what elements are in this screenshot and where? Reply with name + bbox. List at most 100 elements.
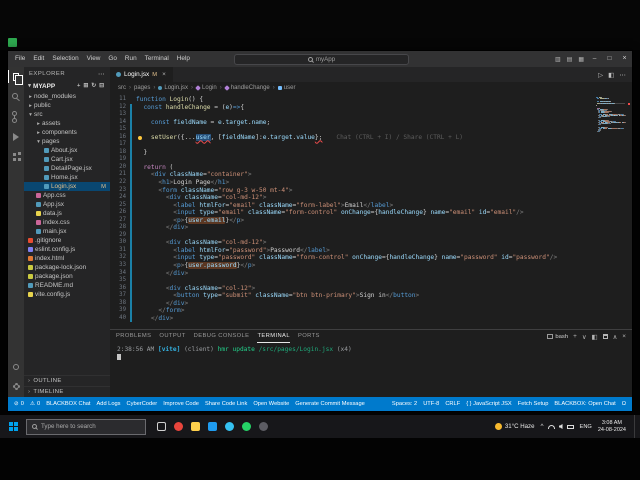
folder-components[interactable]: ▸ components <box>24 128 110 137</box>
collapse-all-icon[interactable]: ⊟ <box>99 83 104 89</box>
folder-public[interactable]: ▸ public <box>24 101 110 110</box>
file-home-jsx[interactable]: Home.jsx <box>24 173 110 182</box>
file-app-css[interactable]: App.css <box>24 191 110 200</box>
taskbar-icon-edge[interactable] <box>225 422 234 431</box>
taskbar-icon-task-view[interactable] <box>157 422 166 431</box>
volume-icon[interactable] <box>558 424 563 429</box>
code-line-19[interactable]: 19 <box>110 156 592 164</box>
breadcrumb-login-jsx[interactable]: Login.jsx <box>158 85 188 91</box>
run-debug-icon[interactable] <box>8 130 24 143</box>
status-0[interactable]: ⚠ 0 <box>30 401 40 407</box>
account-icon[interactable] <box>8 360 24 373</box>
code-line-36[interactable]: 36 <div className="col-12"> <box>110 284 592 293</box>
split-editor-icon[interactable]: ◧ <box>608 71 614 79</box>
code-line-13[interactable]: 13 <box>110 111 592 119</box>
wifi-icon[interactable] <box>547 424 555 429</box>
file-app-jsx[interactable]: App.jsx <box>24 200 110 209</box>
file-login-jsx[interactable]: Login.jsx M <box>24 182 110 191</box>
code-line-21[interactable]: 21 <div className="container"> <box>110 171 592 180</box>
terminal[interactable]: 2:38:56 AM [vite] (client) hmr update /s… <box>110 343 632 397</box>
code-line-24[interactable]: 24 <div className="col-md-12"> <box>110 194 592 202</box>
panel-tab-debug-console[interactable]: DEBUG CONSOLE <box>194 330 250 343</box>
toggle-panel-icon[interactable]: ▤ <box>564 56 576 63</box>
source-control-icon[interactable] <box>8 110 24 123</box>
code-line-37[interactable]: 37 <button type="submit" className="btn … <box>110 292 592 300</box>
file-cart-jsx[interactable]: Cart.jsx <box>24 155 110 164</box>
language-indicator[interactable]: ENG <box>580 424 592 430</box>
code-line-17[interactable]: 17 <box>110 141 592 149</box>
minimize-button[interactable]: – <box>587 51 602 67</box>
more-actions-icon[interactable]: ⋯ <box>619 71 626 79</box>
new-terminal-icon[interactable]: + <box>573 333 577 340</box>
code-line-27[interactable]: 27 <p>{user.email}</p> <box>110 216 592 225</box>
file-main-jsx[interactable]: main.jsx <box>24 227 110 236</box>
panel-tab-output[interactable]: OUTPUT <box>159 330 185 343</box>
menu-edit[interactable]: Edit <box>29 51 48 67</box>
file-vite-config-js[interactable]: vite.config.js <box>24 290 110 299</box>
file-detailpage-jsx[interactable]: DetailPage.jsx <box>24 164 110 173</box>
hidden-icons-button[interactable]: ^ <box>540 423 543 430</box>
search-icon[interactable] <box>8 90 24 103</box>
start-button[interactable] <box>0 415 26 438</box>
code-line-28[interactable]: 28 </div> <box>110 224 592 232</box>
status-cybercoder[interactable]: CyberCoder <box>127 401 158 407</box>
code-line-14[interactable]: 14 const fieldName = e.target.name; <box>110 118 592 127</box>
menu-view[interactable]: View <box>83 51 105 67</box>
settings-icon[interactable] <box>8 380 24 393</box>
status-blackbox-open-chat[interactable]: BLACKBOX: Open Chat <box>554 401 615 407</box>
panel-tab-ports[interactable]: PORTS <box>298 330 320 343</box>
status-utf-8[interactable]: UTF-8 <box>423 401 439 407</box>
breadcrumb-src[interactable]: src <box>118 85 126 91</box>
folder-assets[interactable]: ▸ assets <box>24 119 110 128</box>
folder-node-modules[interactable]: ▸ node_modules <box>24 92 110 101</box>
more-actions-icon[interactable]: ⋯ <box>98 70 105 78</box>
code-line-23[interactable]: 23 <form className="row g-3 w-50 mt-4"> <box>110 186 592 195</box>
menu-run[interactable]: Run <box>121 51 141 67</box>
menu-terminal[interactable]: Terminal <box>141 51 173 67</box>
breadcrumb-user[interactable]: user <box>277 85 295 91</box>
breadcrumb-handlechange[interactable]: handleChange <box>223 85 270 91</box>
code-line-18[interactable]: 18 } <box>110 148 592 157</box>
taskbar-icon-vscode[interactable] <box>208 422 217 431</box>
section-outline[interactable]: › OUTLINE <box>24 375 110 386</box>
close-tab-icon[interactable]: × <box>162 71 166 78</box>
code-line-38[interactable]: 38 </div> <box>110 299 592 308</box>
lightbulb-icon[interactable] <box>138 135 142 140</box>
toggle-sidebar-icon[interactable]: ▥ <box>552 56 564 63</box>
file-package-lock-json[interactable]: package-lock.json <box>24 263 110 272</box>
battery-icon[interactable] <box>566 424 574 429</box>
status-share-code-link[interactable]: Share Code Link <box>205 401 247 407</box>
file-data-js[interactable]: data.js <box>24 209 110 218</box>
clock[interactable]: 3:08 AM 24-08-2024 <box>598 420 626 432</box>
trash-icon[interactable] <box>602 334 608 339</box>
code-line-29[interactable]: 29 <box>110 231 592 240</box>
code-line-16[interactable]: 16 setUser({...user, [fieldName]:e.targe… <box>110 133 592 142</box>
status-0[interactable]: ⊘ 0 <box>14 401 24 407</box>
status-add-logs[interactable]: Add Logs <box>96 401 120 407</box>
code-editor[interactable]: 11 function Login() {12 const handleChang… <box>110 93 632 329</box>
status-spaces-2[interactable]: Spaces: 2 <box>392 401 417 407</box>
close-button[interactable]: × <box>617 51 632 67</box>
code-line-15[interactable]: 15 <box>110 126 592 134</box>
maximize-icon[interactable]: ∧ <box>613 333 618 341</box>
code-line-11[interactable]: 11 function Login() { <box>110 96 592 104</box>
code-line-32[interactable]: 32 <input type="password" className="for… <box>110 254 592 263</box>
menu-file[interactable]: File <box>11 51 29 67</box>
code-line-33[interactable]: 33 <p>{user.password}</p> <box>110 262 592 270</box>
file-index-html[interactable]: index.html <box>24 254 110 263</box>
folder-pages[interactable]: ▾ pages <box>24 137 110 146</box>
taskbar-icon-chrome[interactable] <box>174 422 183 431</box>
file-package-json[interactable]: package.json <box>24 272 110 281</box>
breadcrumb-pages[interactable]: pages <box>134 85 150 91</box>
project-root-row[interactable]: ▾ MYAPP + ⊞ ↻ ⊟ <box>24 81 110 91</box>
file-index-css[interactable]: index.css <box>24 218 110 227</box>
menu-go[interactable]: Go <box>104 51 121 67</box>
file-gitignore[interactable]: .gitignore <box>24 236 110 245</box>
code-line-20[interactable]: 20 return ( <box>110 163 592 172</box>
code-line-25[interactable]: 25 <label htmlFor="email" className="for… <box>110 201 592 210</box>
extensions-icon[interactable] <box>8 150 24 163</box>
code-line-40[interactable]: 40 </div> <box>110 314 592 323</box>
status-fetch-setup[interactable]: Fetch Setup <box>518 401 549 407</box>
code-line-30[interactable]: 30 <div className="col-md-12"> <box>110 239 592 247</box>
code-line-12[interactable]: 12 const handleChange = (e)=>{ <box>110 103 592 112</box>
